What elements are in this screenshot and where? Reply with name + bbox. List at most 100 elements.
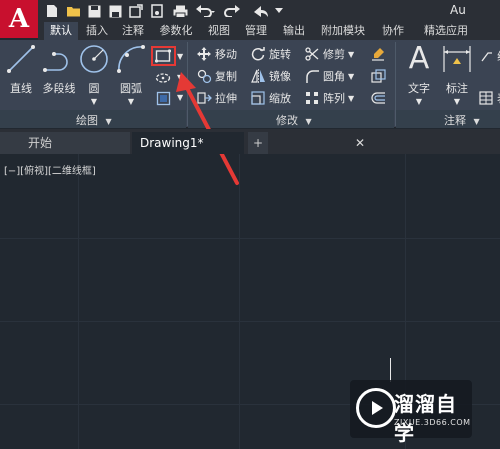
annotation-panel-title-label: 注释 xyxy=(444,114,466,127)
publish-icon[interactable] xyxy=(149,3,165,19)
leader-button[interactable]: 线 xyxy=(478,46,500,66)
scale-button[interactable]: 缩放 xyxy=(250,88,291,108)
hatch-button[interactable] xyxy=(155,88,171,108)
application-menu-button[interactable]: A xyxy=(0,0,38,38)
dimension-dropdown-icon[interactable]: ▼ xyxy=(454,97,460,106)
new-file-icon[interactable] xyxy=(44,3,60,19)
fillet-dropdown-icon[interactable]: ▼ xyxy=(348,72,354,81)
ribbon-separator xyxy=(187,42,188,126)
tab-featured-apps[interactable]: 精选应用 xyxy=(416,22,476,40)
trim-button[interactable]: 修剪 xyxy=(304,44,345,64)
circle-button[interactable]: 圆 ▼ xyxy=(78,42,110,108)
polyline-button[interactable]: 多段线 xyxy=(40,42,78,108)
erase-button[interactable] xyxy=(370,44,386,64)
arc-dropdown-icon[interactable]: ▼ xyxy=(128,97,134,106)
table-button[interactable]: 表 xyxy=(478,88,500,108)
ellipse-button[interactable] xyxy=(155,68,171,88)
copy-button[interactable]: 复制 xyxy=(196,66,237,86)
close-tab-icon[interactable]: ✕ xyxy=(352,132,368,154)
share-icon[interactable] xyxy=(252,3,270,19)
tab-annotate[interactable]: 注释 xyxy=(118,22,148,40)
text-icon: A xyxy=(408,41,430,76)
ellipse-icon xyxy=(155,70,171,86)
rectangle-icon xyxy=(155,48,171,64)
tab-default[interactable]: 默认 xyxy=(44,22,78,40)
tab-start[interactable]: 开始 xyxy=(0,132,130,154)
save-icon[interactable] xyxy=(86,3,102,19)
offset-button[interactable] xyxy=(370,88,386,108)
mirror-label: 镜像 xyxy=(269,70,291,83)
arc-button[interactable]: 圆弧 ▼ xyxy=(114,42,148,108)
move-label: 移动 xyxy=(215,48,237,61)
scale-label: 缩放 xyxy=(269,92,291,105)
undo-icon[interactable] xyxy=(194,3,216,19)
dimension-label: 标注 xyxy=(446,82,468,95)
tab-manage[interactable]: 管理 xyxy=(240,22,272,40)
stretch-button[interactable]: 拉伸 xyxy=(196,88,237,108)
grid-line xyxy=(0,238,500,239)
rotate-label: 旋转 xyxy=(269,48,291,61)
move-icon xyxy=(196,46,212,62)
ribbon-separator xyxy=(395,42,396,126)
circle-dropdown-icon[interactable]: ▼ xyxy=(91,97,97,106)
scale-icon xyxy=(250,90,266,106)
cloud-icon[interactable] xyxy=(128,3,144,19)
fillet-button[interactable]: 圆角 xyxy=(304,66,345,86)
copy-icon xyxy=(196,68,212,84)
tab-drawing1-label: Drawing1* xyxy=(140,136,204,150)
array-label: 阵列 xyxy=(323,92,345,105)
fillet-icon xyxy=(304,68,320,84)
hatch-dropdown-icon[interactable]: ▼ xyxy=(177,93,183,102)
rectangle-button[interactable] xyxy=(155,46,171,66)
text-dropdown-icon[interactable]: ▼ xyxy=(416,97,422,106)
viewport-controls[interactable]: [−][俯视][二维线框] xyxy=(4,162,96,177)
array-button[interactable]: 阵列 xyxy=(304,88,345,108)
open-file-icon[interactable] xyxy=(65,3,81,19)
save-as-icon[interactable] xyxy=(107,3,123,19)
text-button[interactable]: A 文字 ▼ xyxy=(402,42,436,108)
tab-output[interactable]: 输出 xyxy=(278,22,310,40)
draw-panel-title[interactable]: 绘图 ▼ xyxy=(76,112,112,127)
tab-collaborate[interactable]: 协作 xyxy=(376,22,410,40)
quick-access-dropdown-icon[interactable] xyxy=(274,3,284,19)
redo-icon[interactable] xyxy=(222,3,244,19)
line-label: 直线 xyxy=(10,82,32,95)
tab-insert[interactable]: 插入 xyxy=(82,22,112,40)
draw-panel-expand-icon[interactable]: ▼ xyxy=(106,117,112,126)
text-label: 文字 xyxy=(408,82,430,95)
arc-icon xyxy=(114,42,148,76)
ribbon-tab-bar: 默认 插入 注释 参数化 视图 管理 输出 附加模块 协作 精选应用 xyxy=(38,22,500,40)
crosshair-cursor xyxy=(390,358,391,382)
app-logo-letter: A xyxy=(8,4,30,34)
ellipse-dropdown-icon[interactable]: ▼ xyxy=(177,73,183,82)
modify-panel-title[interactable]: 修改 ▼ xyxy=(276,112,312,127)
add-tab-icon[interactable]: + xyxy=(248,132,268,154)
rectangle-dropdown-icon[interactable]: ▼ xyxy=(177,52,183,61)
trim-dropdown-icon[interactable]: ▼ xyxy=(348,50,354,59)
rotate-button[interactable]: 旋转 xyxy=(250,44,291,64)
trim-icon xyxy=(304,46,320,62)
annotation-panel-title[interactable]: 注释 ▼ xyxy=(444,112,480,127)
polyline-icon xyxy=(42,42,76,76)
print-icon[interactable] xyxy=(172,3,188,19)
tab-view[interactable]: 视图 xyxy=(204,22,234,40)
watermark-text: 溜溜自学 xyxy=(394,392,457,445)
mirror-icon xyxy=(250,68,266,84)
circle-label: 圆 xyxy=(88,82,100,95)
grid-line xyxy=(0,321,500,322)
array-dropdown-icon[interactable]: ▼ xyxy=(348,94,354,103)
tab-add-ins[interactable]: 附加模块 xyxy=(316,22,370,40)
tab-drawing1[interactable]: Drawing1* ✕ xyxy=(132,132,365,154)
explode-button[interactable] xyxy=(370,66,386,86)
play-icon xyxy=(356,388,396,428)
tab-parametric[interactable]: 参数化 xyxy=(154,22,198,40)
annotation-panel-expand-icon[interactable]: ▼ xyxy=(474,117,480,126)
dimension-button[interactable]: 标注 ▼ xyxy=(440,42,474,108)
move-button[interactable]: 移动 xyxy=(196,44,237,64)
erase-icon xyxy=(370,46,386,62)
mirror-button[interactable]: 镜像 xyxy=(250,66,291,86)
trim-label: 修剪 xyxy=(323,48,345,61)
modify-panel-expand-icon[interactable]: ▼ xyxy=(306,117,312,126)
line-button[interactable]: 直线 xyxy=(4,42,38,108)
stretch-icon xyxy=(196,90,212,106)
